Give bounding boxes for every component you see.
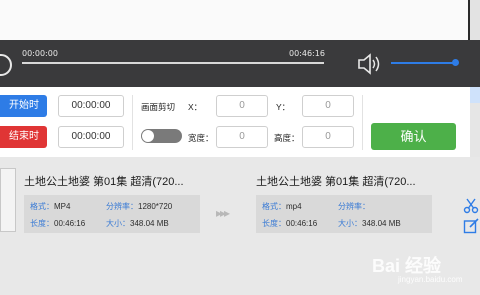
- source-format: 格式：MP4: [30, 202, 71, 211]
- target-duration: 长度：00:46:16: [262, 219, 318, 228]
- source-resolution: 分辨率：1280*720: [106, 202, 173, 211]
- volume-slider-handle[interactable]: [452, 59, 459, 66]
- crop-y-input[interactable]: 0: [302, 95, 354, 117]
- side-tab[interactable]: [470, 87, 480, 103]
- crop-width-label: 宽度：: [188, 133, 214, 143]
- crop-height-label: 高度：: [274, 133, 300, 143]
- start-time-button[interactable]: 开始时间: [0, 95, 47, 133]
- current-time: 00:00:00: [22, 49, 58, 58]
- crop-width-input[interactable]: 0: [216, 126, 268, 148]
- confirm-button[interactable]: 确认: [371, 123, 456, 150]
- crop-x-label: X：: [188, 102, 203, 112]
- start-time-input[interactable]: 00:00:00: [58, 95, 124, 117]
- scissors-icon[interactable]: [463, 198, 479, 214]
- divider: [362, 95, 363, 150]
- crop-y-label: Y：: [276, 102, 291, 112]
- target-format: 格式：mp4: [262, 202, 302, 211]
- target-size: 大小：348.04 MB: [338, 219, 401, 228]
- divider: [132, 95, 133, 150]
- end-time-button[interactable]: 结束时间: [0, 126, 47, 164]
- crop-toggle-knob[interactable]: [142, 130, 154, 142]
- video-frame: [0, 0, 470, 40]
- source-duration: 长度：00:46:16: [30, 219, 86, 228]
- volume-slider[interactable]: [391, 62, 455, 64]
- end-time-input[interactable]: 00:00:00: [58, 126, 124, 148]
- crop-height-input[interactable]: 0: [302, 126, 354, 148]
- crop-title: 画面剪切: [141, 102, 176, 112]
- convert-arrow-icon: ▸▸▸: [216, 206, 230, 220]
- target-resolution: 分辨率：: [338, 202, 370, 211]
- total-time: 00:46:16: [289, 49, 325, 58]
- video-thumbnail[interactable]: [0, 168, 16, 232]
- target-file-title: 土地公土地婆 第01集 超清(720...: [256, 176, 416, 188]
- source-size: 大小：348.04 MB: [106, 219, 169, 228]
- source-file-title: 土地公土地婆 第01集 超清(720...: [24, 176, 184, 188]
- volume-icon[interactable]: [357, 52, 383, 76]
- watermark-url: jingyan.baidu.com: [398, 275, 463, 284]
- progress-slider[interactable]: [22, 62, 324, 64]
- crop-x-input[interactable]: 0: [216, 95, 268, 117]
- edit-icon[interactable]: [463, 218, 479, 234]
